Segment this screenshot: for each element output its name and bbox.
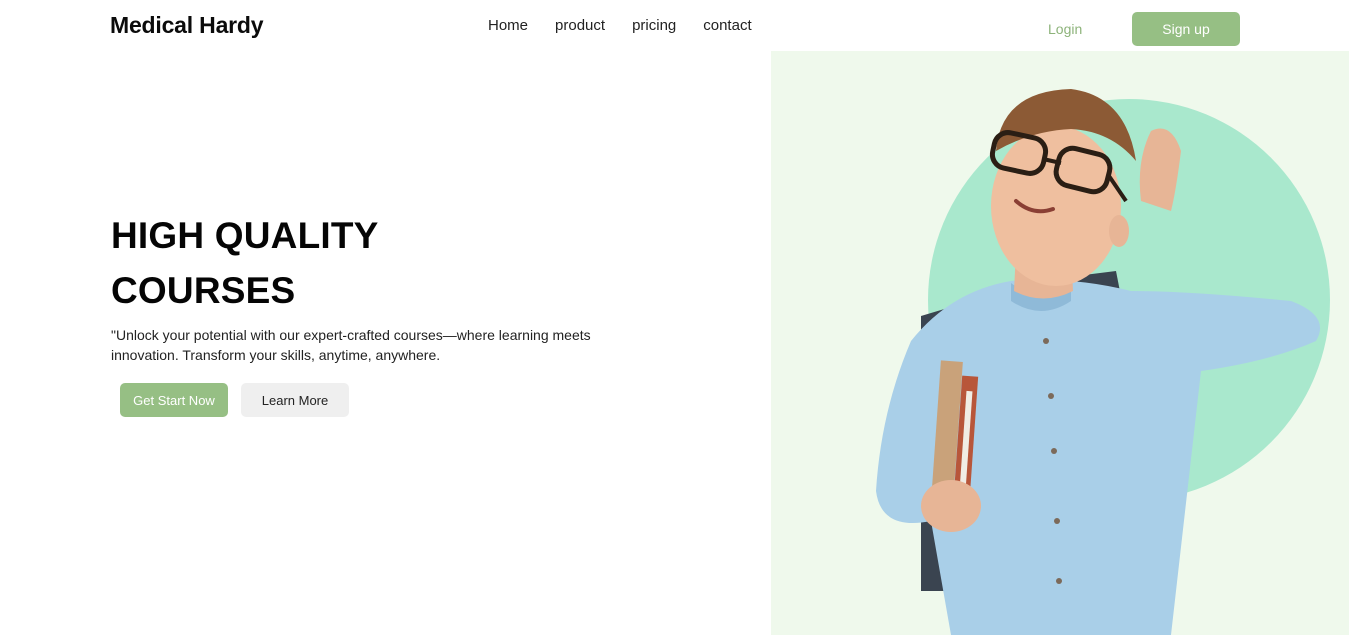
get-started-button[interactable]: Get Start Now: [120, 383, 228, 417]
headline-line-2: COURSES: [111, 270, 296, 311]
brand-logo[interactable]: Medical Hardy: [110, 12, 264, 39]
nav-link-pricing[interactable]: pricing: [632, 17, 676, 34]
top-navbar: Medical Hardy Home product pricing conta…: [0, 0, 1349, 52]
main-menu: Home product pricing contact: [488, 17, 752, 34]
nav-link-home[interactable]: Home: [488, 17, 528, 34]
headline-line-1: HIGH QUALITY: [111, 215, 379, 256]
login-link[interactable]: Login: [1048, 21, 1082, 37]
student-illustration: [876, 89, 1321, 635]
hero-headline: HIGH QUALITY COURSES: [111, 208, 379, 318]
signup-button[interactable]: Sign up: [1132, 12, 1240, 46]
nav-link-contact[interactable]: contact: [703, 17, 751, 34]
hero-image-panel: [771, 51, 1349, 635]
nav-link-product[interactable]: product: [555, 17, 605, 34]
learn-more-button[interactable]: Learn More: [241, 383, 349, 417]
hero-tagline: "Unlock your potential with our expert-c…: [111, 327, 591, 363]
